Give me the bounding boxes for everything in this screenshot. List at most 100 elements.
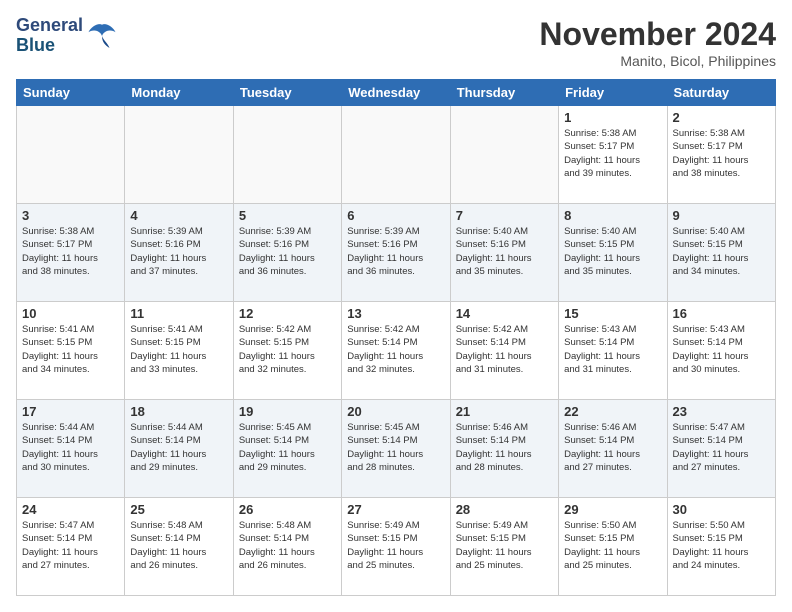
logo: General Blue [16, 16, 117, 56]
day-info: Sunrise: 5:49 AM Sunset: 5:15 PM Dayligh… [456, 519, 553, 572]
day-info: Sunrise: 5:44 AM Sunset: 5:14 PM Dayligh… [130, 421, 227, 474]
calendar-day-cell [125, 106, 233, 204]
calendar-day-cell: 26 Sunrise: 5:48 AM Sunset: 5:14 PM Dayli… [233, 498, 341, 596]
day-info: Sunrise: 5:42 AM Sunset: 5:14 PM Dayligh… [456, 323, 553, 376]
weekday-header: Tuesday [233, 80, 341, 106]
day-number: 1 [564, 110, 661, 125]
calendar-day-cell: 20Sunrise: 5:45 AM Sunset: 5:14 PM Dayli… [342, 400, 450, 498]
location: Manito, Bicol, Philippines [539, 53, 776, 69]
day-info: Sunrise: 5:42 AM Sunset: 5:14 PM Dayligh… [347, 323, 444, 376]
day-number: 7 [456, 208, 553, 223]
calendar-day-cell: 23Sunrise: 5:47 AM Sunset: 5:14 PM Dayli… [667, 400, 775, 498]
calendar-week-row: 3 Sunrise: 5:38 AM Sunset: 5:17 PM Daylig… [17, 204, 776, 302]
day-number: 8 [564, 208, 661, 223]
day-number: 9 [673, 208, 770, 223]
calendar-week-row: 10 Sunrise: 5:41 AM Sunset: 5:15 PM Dayli… [17, 302, 776, 400]
logo-line2: Blue [16, 36, 83, 56]
month-title: November 2024 [539, 16, 776, 53]
calendar-day-cell: 22 Sunrise: 5:46 AM Sunset: 5:14 PM Dayli… [559, 400, 667, 498]
header: General Blue November 2024 Manito, Bicol… [16, 16, 776, 69]
day-info: Sunrise: 5:44 AM Sunset: 5:14 PM Dayligh… [22, 421, 119, 474]
calendar-day-cell: 15 Sunrise: 5:43 AM Sunset: 5:14 PM Dayli… [559, 302, 667, 400]
weekday-header: Friday [559, 80, 667, 106]
calendar-day-cell: 8 Sunrise: 5:40 AM Sunset: 5:15 PM Daylig… [559, 204, 667, 302]
day-number: 16 [673, 306, 770, 321]
calendar-day-cell: 28 Sunrise: 5:49 AM Sunset: 5:15 PM Dayli… [450, 498, 558, 596]
calendar-day-cell: 17 Sunrise: 5:44 AM Sunset: 5:14 PM Dayli… [17, 400, 125, 498]
calendar-day-cell: 10 Sunrise: 5:41 AM Sunset: 5:15 PM Dayli… [17, 302, 125, 400]
day-number: 6 [347, 208, 444, 223]
day-info: Sunrise: 5:43 AM Sunset: 5:14 PM Dayligh… [564, 323, 661, 376]
day-number: 25 [130, 502, 227, 517]
day-number: 12 [239, 306, 336, 321]
calendar-day-cell [342, 106, 450, 204]
day-number: 26 [239, 502, 336, 517]
day-number: 24 [22, 502, 119, 517]
day-info: Sunrise: 5:40 AM Sunset: 5:16 PM Dayligh… [456, 225, 553, 278]
calendar-day-cell: 9Sunrise: 5:40 AM Sunset: 5:15 PM Daylig… [667, 204, 775, 302]
day-info: Sunrise: 5:48 AM Sunset: 5:14 PM Dayligh… [130, 519, 227, 572]
day-number: 15 [564, 306, 661, 321]
calendar-day-cell: 18 Sunrise: 5:44 AM Sunset: 5:14 PM Dayli… [125, 400, 233, 498]
logo-line1: General [16, 16, 83, 36]
weekday-header-row: SundayMondayTuesdayWednesdayThursdayFrid… [17, 80, 776, 106]
weekday-header: Saturday [667, 80, 775, 106]
calendar-day-cell: 4Sunrise: 5:39 AM Sunset: 5:16 PM Daylig… [125, 204, 233, 302]
calendar-day-cell: 29 Sunrise: 5:50 AM Sunset: 5:15 PM Dayli… [559, 498, 667, 596]
calendar-day-cell: 1 Sunrise: 5:38 AM Sunset: 5:17 PM Daylig… [559, 106, 667, 204]
calendar-day-cell: 5 Sunrise: 5:39 AM Sunset: 5:16 PM Daylig… [233, 204, 341, 302]
calendar-day-cell: 7 Sunrise: 5:40 AM Sunset: 5:16 PM Daylig… [450, 204, 558, 302]
day-info: Sunrise: 5:38 AM Sunset: 5:17 PM Dayligh… [673, 127, 770, 180]
day-info: Sunrise: 5:40 AM Sunset: 5:15 PM Dayligh… [564, 225, 661, 278]
calendar-day-cell: 16Sunrise: 5:43 AM Sunset: 5:14 PM Dayli… [667, 302, 775, 400]
logo-bird-icon [87, 21, 117, 51]
weekday-header: Monday [125, 80, 233, 106]
day-info: Sunrise: 5:41 AM Sunset: 5:15 PM Dayligh… [130, 323, 227, 376]
day-number: 23 [673, 404, 770, 419]
day-info: Sunrise: 5:41 AM Sunset: 5:15 PM Dayligh… [22, 323, 119, 376]
day-number: 18 [130, 404, 227, 419]
calendar-day-cell: 2Sunrise: 5:38 AM Sunset: 5:17 PM Daylig… [667, 106, 775, 204]
day-number: 17 [22, 404, 119, 419]
day-info: Sunrise: 5:46 AM Sunset: 5:14 PM Dayligh… [564, 421, 661, 474]
calendar-day-cell: 21Sunrise: 5:46 AM Sunset: 5:14 PM Dayli… [450, 400, 558, 498]
day-info: Sunrise: 5:42 AM Sunset: 5:15 PM Dayligh… [239, 323, 336, 376]
day-number: 21 [456, 404, 553, 419]
day-number: 4 [130, 208, 227, 223]
calendar-day-cell: 19 Sunrise: 5:45 AM Sunset: 5:14 PM Dayli… [233, 400, 341, 498]
day-number: 28 [456, 502, 553, 517]
calendar-day-cell: 6Sunrise: 5:39 AM Sunset: 5:16 PM Daylig… [342, 204, 450, 302]
day-number: 13 [347, 306, 444, 321]
calendar-day-cell [450, 106, 558, 204]
day-number: 29 [564, 502, 661, 517]
day-info: Sunrise: 5:39 AM Sunset: 5:16 PM Dayligh… [239, 225, 336, 278]
day-info: Sunrise: 5:38 AM Sunset: 5:17 PM Dayligh… [564, 127, 661, 180]
day-info: Sunrise: 5:50 AM Sunset: 5:15 PM Dayligh… [564, 519, 661, 572]
day-number: 19 [239, 404, 336, 419]
day-number: 27 [347, 502, 444, 517]
page: General Blue November 2024 Manito, Bicol… [0, 0, 792, 612]
weekday-header: Thursday [450, 80, 558, 106]
weekday-header: Sunday [17, 80, 125, 106]
calendar-day-cell [233, 106, 341, 204]
day-number: 30 [673, 502, 770, 517]
calendar-table: SundayMondayTuesdayWednesdayThursdayFrid… [16, 79, 776, 596]
calendar-day-cell: 25 Sunrise: 5:48 AM Sunset: 5:14 PM Dayli… [125, 498, 233, 596]
logo-text: General Blue [16, 16, 83, 56]
day-info: Sunrise: 5:50 AM Sunset: 5:15 PM Dayligh… [673, 519, 770, 572]
calendar-week-row: 1 Sunrise: 5:38 AM Sunset: 5:17 PM Daylig… [17, 106, 776, 204]
day-info: Sunrise: 5:48 AM Sunset: 5:14 PM Dayligh… [239, 519, 336, 572]
weekday-header: Wednesday [342, 80, 450, 106]
day-number: 10 [22, 306, 119, 321]
day-info: Sunrise: 5:38 AM Sunset: 5:17 PM Dayligh… [22, 225, 119, 278]
day-number: 11 [130, 306, 227, 321]
day-number: 5 [239, 208, 336, 223]
calendar-week-row: 24Sunrise: 5:47 AM Sunset: 5:14 PM Dayli… [17, 498, 776, 596]
day-info: Sunrise: 5:45 AM Sunset: 5:14 PM Dayligh… [239, 421, 336, 474]
calendar-day-cell: 3 Sunrise: 5:38 AM Sunset: 5:17 PM Daylig… [17, 204, 125, 302]
day-number: 3 [22, 208, 119, 223]
calendar-day-cell: 24Sunrise: 5:47 AM Sunset: 5:14 PM Dayli… [17, 498, 125, 596]
day-info: Sunrise: 5:49 AM Sunset: 5:15 PM Dayligh… [347, 519, 444, 572]
day-number: 20 [347, 404, 444, 419]
day-number: 22 [564, 404, 661, 419]
